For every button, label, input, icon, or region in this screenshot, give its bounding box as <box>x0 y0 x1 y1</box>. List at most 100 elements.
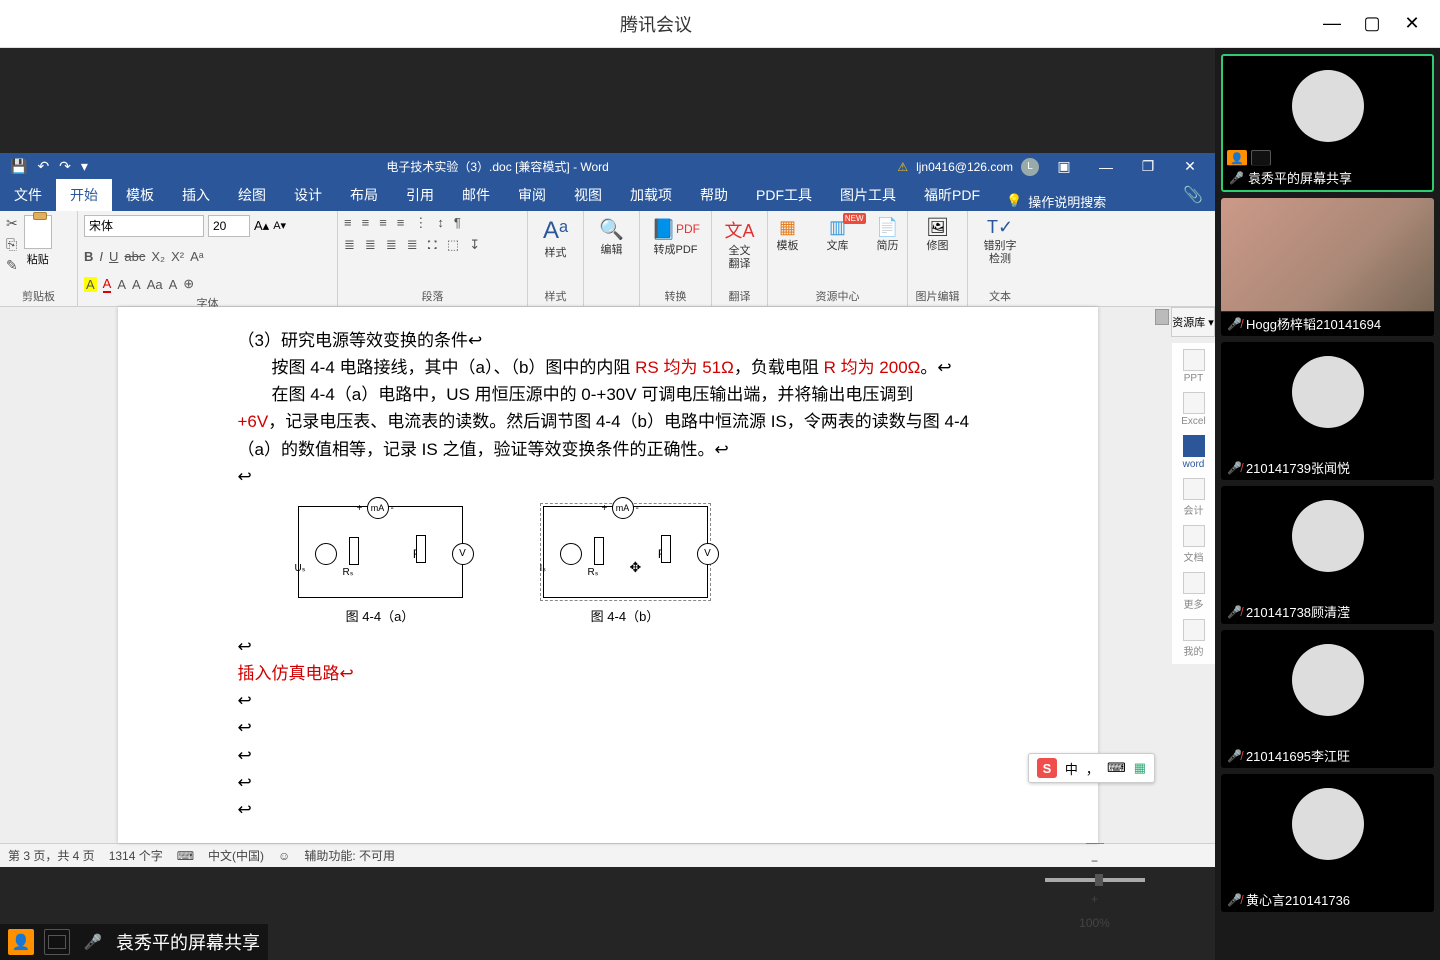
tab-image-tools[interactable]: 图片工具 <box>826 179 910 211</box>
side-excel[interactable]: Excel <box>1180 392 1208 427</box>
tab-references[interactable]: 引用 <box>392 179 448 211</box>
resource-panel-toggle[interactable]: 资源库 ▾ <box>1171 307 1215 337</box>
participant-tile-1[interactable]: 🎤̸Hogg杨梓韬210141694 <box>1221 198 1434 336</box>
vertical-scrollbar[interactable] <box>1153 307 1171 843</box>
enclose-char-button[interactable]: A <box>132 277 141 292</box>
subscript-button[interactable]: X₂ <box>151 249 165 264</box>
tab-view[interactable]: 视图 <box>560 179 616 211</box>
status-words[interactable]: 1314 个字 <box>109 847 163 864</box>
align-left-button[interactable]: ≣ <box>344 237 355 253</box>
copy-icon[interactable]: ⎘ <box>6 236 18 253</box>
highlight-button[interactable]: A <box>84 277 97 292</box>
maximize-button[interactable]: ▢ <box>1352 4 1392 44</box>
strikethrough-button[interactable]: abc <box>124 249 145 264</box>
paste-button[interactable]: 粘贴 <box>24 215 52 267</box>
ribbon-display-options-icon[interactable]: ▣ <box>1047 158 1081 175</box>
side-word[interactable]: word <box>1180 435 1208 470</box>
fulltext-translate-button[interactable]: 文A 全文 翻译 <box>716 215 764 273</box>
participant-tile-2[interactable]: 🎤̸210141739张闻悦 <box>1221 342 1434 480</box>
close-button[interactable]: ✕ <box>1392 4 1432 44</box>
tab-home[interactable]: 开始 <box>56 179 112 211</box>
share-icon[interactable]: 📎 <box>1171 179 1215 211</box>
qat-redo-icon[interactable]: ↷ <box>59 158 71 175</box>
increase-indent-button[interactable]: ⋮ <box>414 215 427 231</box>
align-center-button[interactable]: ≣ <box>365 237 376 253</box>
qat-customize-icon[interactable]: ▾ <box>81 158 88 175</box>
text-effects-button[interactable]: Aᵃ <box>190 249 204 264</box>
tab-file[interactable]: 文件 <box>0 179 56 211</box>
line-spacing-button[interactable]: ↕ <box>437 215 444 231</box>
document-canvas[interactable]: （3）研究电源等效变换的条件↩ 按图 4-4 电路接线，其中（a）、（b）图中的… <box>0 307 1215 843</box>
tab-review[interactable]: 审阅 <box>504 179 560 211</box>
participant-tile-0[interactable]: 👤 🎤袁秀平的屏幕共享 <box>1221 54 1434 192</box>
decrease-indent-button[interactable]: ≡ <box>397 215 405 231</box>
font-color-button[interactable]: A <box>103 276 112 293</box>
sogou-logo-icon[interactable]: S <box>1037 758 1057 778</box>
font-family-select[interactable]: 宋体 <box>84 215 204 237</box>
zoom-pct[interactable]: 100% <box>1079 916 1110 930</box>
status-language[interactable]: 中文(中国) <box>208 847 264 864</box>
cut-icon[interactable]: ✂ <box>6 215 18 232</box>
presenter-screen-icon[interactable] <box>44 929 70 955</box>
tab-draw[interactable]: 绘图 <box>224 179 280 211</box>
tab-design[interactable]: 设计 <box>280 179 336 211</box>
show-marks-button[interactable]: ¶ <box>454 215 461 231</box>
qat-save-icon[interactable]: 💾 <box>10 158 27 175</box>
char-shading-button[interactable]: A <box>117 277 126 292</box>
tab-help[interactable]: 帮助 <box>686 179 742 211</box>
bullets-button[interactable]: ≡ <box>344 215 352 231</box>
status-page[interactable]: 第 3 页，共 4 页 <box>8 847 95 864</box>
side-docs[interactable]: 文档 <box>1180 525 1208 564</box>
library-button[interactable]: NEW ▥ 文库 <box>814 215 862 255</box>
account-warning-icon[interactable]: ⚠ <box>897 160 908 174</box>
presenter-mic-icon[interactable]: 🎤 <box>80 929 106 955</box>
underline-button[interactable]: U <box>109 249 118 264</box>
participant-tile-4[interactable]: 🎤̸210141695李江旺 <box>1221 630 1434 768</box>
borders-button[interactable]: ⬚ <box>447 237 459 253</box>
side-mine[interactable]: 我的 <box>1180 619 1208 658</box>
tab-template[interactable]: 模板 <box>112 179 168 211</box>
resume-button[interactable]: 📄 简历 <box>864 215 912 255</box>
tell-me-search[interactable]: 💡 操作说明搜索 <box>1006 192 1106 211</box>
convert-pdf-button[interactable]: 📘PDF 转成PDF <box>646 215 705 259</box>
bold-button[interactable]: B <box>84 249 93 264</box>
tab-foxit-pdf[interactable]: 福昕PDF <box>910 179 994 211</box>
editing-button[interactable]: 🔍 编辑 <box>588 215 636 259</box>
figure-4-4-b[interactable]: mA +- Iₛ Rₛ V ✥ 图 4-4（b） <box>543 506 708 625</box>
multilevel-list-button[interactable]: ≡ <box>379 215 387 231</box>
presenter-user-icon[interactable]: 👤 <box>8 929 34 955</box>
zoom-in-button[interactable]: + <box>1091 892 1098 906</box>
tab-layout[interactable]: 布局 <box>336 179 392 211</box>
ime-keyboard-icon[interactable]: ⌨ <box>1107 760 1126 776</box>
word-close-button[interactable]: ✕ <box>1173 158 1207 175</box>
document-page[interactable]: （3）研究电源等效变换的条件↩ 按图 4-4 电路接线，其中（a）、（b）图中的… <box>118 307 1098 843</box>
numbering-button[interactable]: ≡ <box>362 215 370 231</box>
clear-format-button[interactable]: A <box>169 277 178 292</box>
side-more[interactable]: 更多 <box>1180 572 1208 611</box>
ime-grid-icon[interactable]: ▦ <box>1134 760 1146 776</box>
tab-pdf-tools[interactable]: PDF工具 <box>742 179 826 211</box>
align-right-button[interactable]: ≣ <box>386 237 397 253</box>
word-restore-button[interactable]: ❐ <box>1131 158 1165 175</box>
shading-button[interactable]: ⛚ <box>428 237 437 253</box>
phonetic-guide-button[interactable]: ⊕ <box>183 276 194 292</box>
ime-punct-toggle[interactable]: ， <box>1086 759 1099 778</box>
zoom-out-button[interactable]: − <box>1091 854 1098 868</box>
change-case-button[interactable]: Aa <box>147 277 163 292</box>
word-minimize-button[interactable]: — <box>1089 159 1123 175</box>
participant-tile-3[interactable]: 🎤̸210141738顾清滢 <box>1221 486 1434 624</box>
side-ppt[interactable]: PPT <box>1180 349 1208 384</box>
styles-button[interactable]: Aᵃ 样式 <box>532 215 580 262</box>
font-size-select[interactable]: 20 <box>208 215 250 237</box>
ime-toolbar[interactable]: S 中 ， ⌨ ▦ <box>1028 753 1155 783</box>
tab-mailings[interactable]: 邮件 <box>448 179 504 211</box>
touchup-image-button[interactable]: 🖼 修图 <box>914 215 962 255</box>
increase-font-icon[interactable]: A▴ <box>254 218 269 234</box>
format-painter-icon[interactable]: ✎ <box>6 257 18 274</box>
superscript-button[interactable]: X² <box>171 249 184 264</box>
sort-button[interactable]: ↧ <box>469 237 480 253</box>
qat-undo-icon[interactable]: ↶ <box>37 158 49 175</box>
zoom-slider[interactable] <box>1045 878 1145 882</box>
justify-button[interactable]: ≣ <box>407 237 418 253</box>
decrease-font-icon[interactable]: A▾ <box>273 219 286 232</box>
